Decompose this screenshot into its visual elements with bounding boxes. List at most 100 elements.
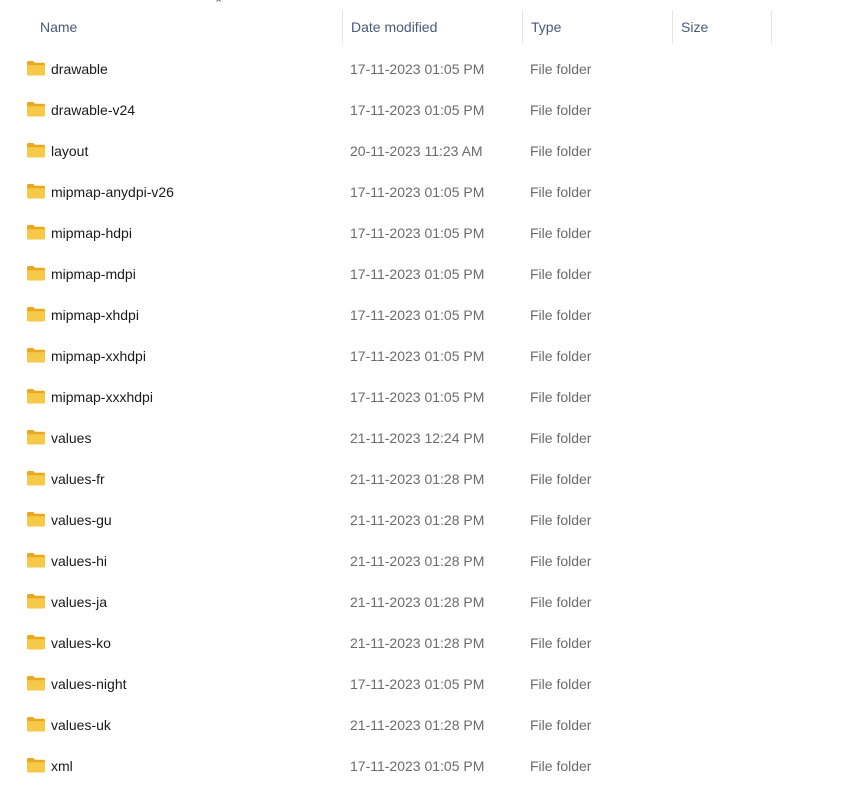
column-header-name[interactable]: ⌃ Name (32, 0, 342, 44)
file-type: File folder (530, 61, 592, 77)
file-name: values-ja (51, 594, 108, 610)
file-date-modified: 17-11-2023 01:05 PM (350, 225, 485, 241)
column-header-type[interactable]: Type (522, 10, 672, 44)
folder-icon (27, 635, 45, 650)
file-name: values-uk (51, 717, 111, 733)
file-explorer: ⌃ Name Date modified Type Size drawable … (0, 0, 852, 795)
file-name: values (51, 430, 92, 446)
folder-icon (27, 717, 45, 732)
file-type: File folder (530, 758, 592, 774)
file-date-modified: 21-11-2023 01:28 PM (350, 471, 485, 487)
file-row[interactable]: values 21-11-2023 12:24 PM File folder (0, 418, 852, 459)
folder-icon (27, 61, 45, 76)
file-row[interactable]: mipmap-xhdpi 17-11-2023 01:05 PM File fo… (0, 295, 852, 336)
file-type: File folder (530, 348, 592, 364)
file-row[interactable]: values-uk 21-11-2023 01:28 PM File folde… (0, 705, 852, 746)
folder-icon (27, 102, 45, 117)
file-row[interactable]: mipmap-xxxhdpi 17-11-2023 01:05 PM File … (0, 377, 852, 418)
file-name: mipmap-xxhdpi (51, 348, 146, 364)
column-header-size[interactable]: Size (672, 10, 772, 44)
chevron-up-icon: ⌃ (214, 0, 224, 10)
file-type: File folder (530, 307, 592, 323)
file-date-modified: 21-11-2023 01:28 PM (350, 635, 485, 651)
file-name: mipmap-hdpi (51, 225, 132, 241)
file-row[interactable]: mipmap-hdpi 17-11-2023 01:05 PM File fol… (0, 213, 852, 254)
file-date-modified: 21-11-2023 01:28 PM (350, 512, 485, 528)
file-name: values-gu (51, 512, 112, 528)
file-type: File folder (530, 102, 592, 118)
file-date-modified: 21-11-2023 01:28 PM (350, 717, 485, 733)
file-type: File folder (530, 225, 592, 241)
file-row[interactable]: mipmap-xxhdpi 17-11-2023 01:05 PM File f… (0, 336, 852, 377)
file-date-modified: 21-11-2023 01:28 PM (350, 594, 485, 610)
file-name: values-fr (51, 471, 105, 487)
file-type: File folder (530, 184, 592, 200)
column-header-size-label: Size (681, 19, 709, 35)
file-row[interactable]: layout 20-11-2023 11:23 AM File folder (0, 131, 852, 172)
file-name: values-night (51, 676, 127, 692)
file-name: drawable-v24 (51, 102, 136, 118)
file-date-modified: 17-11-2023 01:05 PM (350, 266, 485, 282)
file-date-modified: 17-11-2023 01:05 PM (350, 676, 485, 692)
folder-icon (27, 594, 45, 609)
file-date-modified: 21-11-2023 01:28 PM (350, 553, 485, 569)
folder-icon (27, 553, 45, 568)
file-row[interactable]: values-hi 21-11-2023 01:28 PM File folde… (0, 541, 852, 582)
file-row[interactable]: values-fr 21-11-2023 01:28 PM File folde… (0, 459, 852, 500)
file-row[interactable]: values-ko 21-11-2023 01:28 PM File folde… (0, 623, 852, 664)
file-row[interactable]: values-ja 21-11-2023 01:28 PM File folde… (0, 582, 852, 623)
file-type: File folder (530, 717, 592, 733)
file-date-modified: 17-11-2023 01:05 PM (350, 102, 485, 118)
file-type: File folder (530, 143, 592, 159)
file-type: File folder (530, 512, 592, 528)
folder-icon (27, 143, 45, 158)
file-name: values-hi (51, 553, 108, 569)
file-type: File folder (530, 471, 592, 487)
folder-icon (27, 471, 45, 486)
file-date-modified: 17-11-2023 01:05 PM (350, 61, 485, 77)
column-header-name-label: Name (40, 19, 78, 35)
column-header-date-label: Date modified (351, 19, 438, 35)
file-name: mipmap-xhdpi (51, 307, 139, 323)
folder-icon (27, 348, 45, 363)
file-date-modified: 20-11-2023 11:23 AM (350, 143, 483, 159)
file-type: File folder (530, 266, 592, 282)
file-type: File folder (530, 389, 592, 405)
folder-icon (27, 676, 45, 691)
file-type: File folder (530, 430, 592, 446)
column-header-date-modified[interactable]: Date modified (342, 10, 522, 44)
file-date-modified: 17-11-2023 01:05 PM (350, 184, 485, 200)
file-type: File folder (530, 553, 592, 569)
folder-icon (27, 266, 45, 281)
file-row[interactable]: drawable 17-11-2023 01:05 PM File folder (0, 49, 852, 90)
file-type: File folder (530, 635, 592, 651)
column-header-type-label: Type (531, 19, 562, 35)
file-name: mipmap-anydpi-v26 (51, 184, 174, 200)
folder-icon (27, 758, 45, 773)
column-header-row: ⌃ Name Date modified Type Size (0, 0, 852, 44)
file-name: mipmap-xxxhdpi (51, 389, 153, 405)
file-date-modified: 21-11-2023 12:24 PM (350, 430, 485, 446)
file-type: File folder (530, 594, 592, 610)
folder-icon (27, 512, 45, 527)
file-name: drawable (51, 61, 108, 77)
file-row[interactable]: values-gu 21-11-2023 01:28 PM File folde… (0, 500, 852, 541)
folder-icon (27, 225, 45, 240)
file-date-modified: 17-11-2023 01:05 PM (350, 307, 485, 323)
file-name: values-ko (51, 635, 111, 651)
file-type: File folder (530, 676, 592, 692)
folder-icon (27, 184, 45, 199)
file-row[interactable]: drawable-v24 17-11-2023 01:05 PM File fo… (0, 90, 852, 131)
file-row[interactable]: mipmap-anydpi-v26 17-11-2023 01:05 PM Fi… (0, 172, 852, 213)
folder-icon (27, 389, 45, 404)
file-row[interactable]: xml 17-11-2023 01:05 PM File folder (0, 746, 852, 787)
file-date-modified: 17-11-2023 01:05 PM (350, 389, 485, 405)
file-row[interactable]: mipmap-mdpi 17-11-2023 01:05 PM File fol… (0, 254, 852, 295)
folder-icon (27, 430, 45, 445)
folder-icon (27, 307, 45, 322)
file-date-modified: 17-11-2023 01:05 PM (350, 348, 485, 364)
file-name: mipmap-mdpi (51, 266, 136, 282)
file-date-modified: 17-11-2023 01:05 PM (350, 758, 485, 774)
file-row[interactable]: values-night 17-11-2023 01:05 PM File fo… (0, 664, 852, 705)
file-list: drawable 17-11-2023 01:05 PM File folder… (0, 49, 852, 787)
